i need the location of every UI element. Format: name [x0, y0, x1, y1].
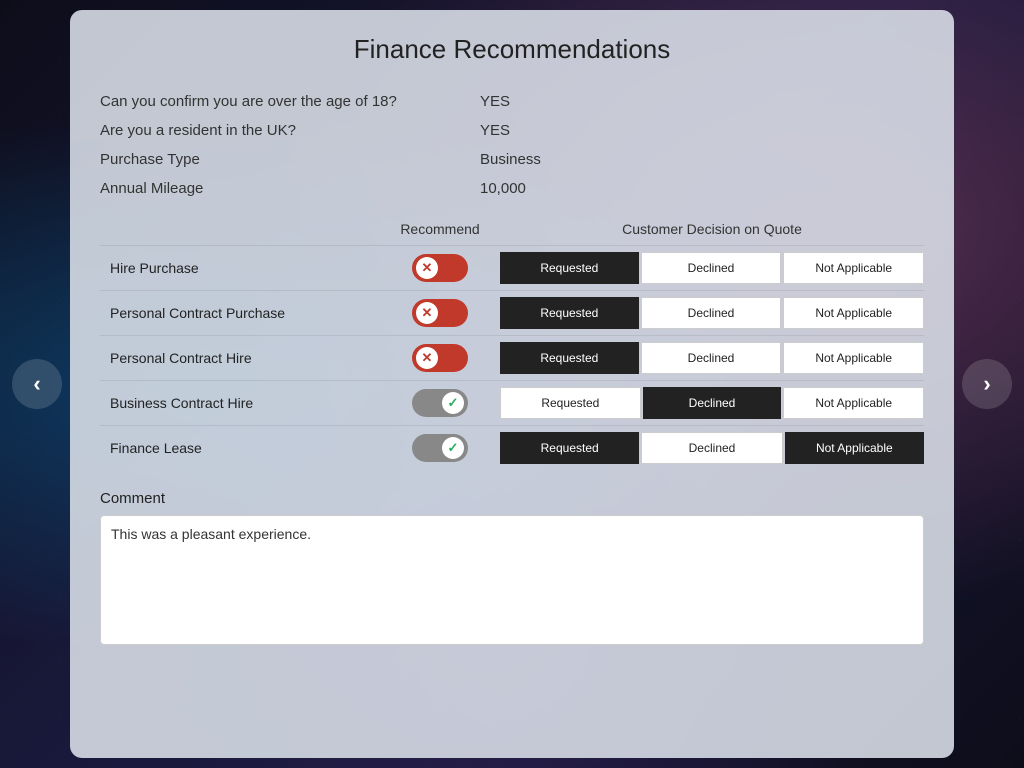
rec-row-label: Personal Contract Hire	[100, 350, 380, 366]
info-table: Can you confirm you are over the age of …	[100, 87, 924, 203]
not-applicable-button[interactable]: Not Applicable	[785, 432, 924, 464]
info-value: 10,000	[480, 180, 526, 197]
toggle-icon: ✓	[442, 392, 464, 414]
decision-cell: Requested Declined Not Applicable	[500, 387, 924, 419]
toggle-cell[interactable]: ✓	[380, 434, 500, 462]
declined-button[interactable]: Declined	[641, 432, 782, 464]
toggle-2[interactable]: ✕	[412, 344, 468, 372]
requested-button[interactable]: Requested	[500, 252, 639, 284]
info-value: YES	[480, 93, 510, 110]
not-applicable-button[interactable]: Not Applicable	[783, 342, 924, 374]
rec-row-label: Business Contract Hire	[100, 395, 380, 411]
toggle-cell[interactable]: ✕	[380, 299, 500, 327]
rec-header-recommend: Recommend	[380, 221, 500, 237]
toggle-icon: ✕	[416, 302, 438, 324]
toggle-icon: ✕	[416, 257, 438, 279]
toggle-1[interactable]: ✕	[412, 299, 468, 327]
toggle-cell[interactable]: ✕	[380, 344, 500, 372]
declined-button[interactable]: Declined	[641, 342, 782, 374]
toggle-icon: ✕	[416, 347, 438, 369]
page-title: Finance Recommendations	[100, 34, 924, 65]
not-applicable-button[interactable]: Not Applicable	[783, 252, 924, 284]
comment-section: Comment	[100, 490, 924, 650]
decision-cell: Requested Declined Not Applicable	[500, 252, 924, 284]
rec-row-label: Personal Contract Purchase	[100, 305, 380, 321]
requested-button[interactable]: Requested	[500, 297, 639, 329]
requested-button[interactable]: Requested	[500, 387, 641, 419]
recommendations-rows: Hire Purchase ✕ Requested Declined Not A…	[100, 245, 924, 470]
decision-cell: Requested Declined Not Applicable	[500, 432, 924, 464]
table-row: Personal Contract Hire ✕ Requested Decli…	[100, 335, 924, 380]
toggle-3[interactable]: ✓	[412, 389, 468, 417]
info-row: Purchase Type Business	[100, 145, 924, 174]
info-row: Annual Mileage 10,000	[100, 174, 924, 203]
table-row: Business Contract Hire ✓ Requested Decli…	[100, 380, 924, 425]
info-label: Annual Mileage	[100, 180, 480, 197]
table-row: Personal Contract Purchase ✕ Requested D…	[100, 290, 924, 335]
decision-cell: Requested Declined Not Applicable	[500, 297, 924, 329]
table-row: Finance Lease ✓ Requested Declined Not A…	[100, 425, 924, 470]
rec-header-decision: Customer Decision on Quote	[500, 221, 924, 237]
decision-cell: Requested Declined Not Applicable	[500, 342, 924, 374]
declined-button[interactable]: Declined	[643, 387, 782, 419]
toggle-icon: ✓	[442, 437, 464, 459]
main-card: Finance Recommendations Can you confirm …	[70, 10, 954, 758]
info-row: Are you a resident in the UK? YES	[100, 116, 924, 145]
toggle-cell[interactable]: ✓	[380, 389, 500, 417]
nav-left-button[interactable]: ‹	[12, 359, 62, 409]
rec-row-label: Hire Purchase	[100, 260, 380, 276]
declined-button[interactable]: Declined	[641, 297, 782, 329]
toggle-0[interactable]: ✕	[412, 254, 468, 282]
comment-label: Comment	[100, 490, 924, 507]
not-applicable-button[interactable]: Not Applicable	[783, 297, 924, 329]
toggle-4[interactable]: ✓	[412, 434, 468, 462]
info-value: YES	[480, 122, 510, 139]
info-label: Purchase Type	[100, 151, 480, 168]
requested-button[interactable]: Requested	[500, 432, 639, 464]
not-applicable-button[interactable]: Not Applicable	[783, 387, 924, 419]
toggle-cell[interactable]: ✕	[380, 254, 500, 282]
info-value: Business	[480, 151, 541, 168]
info-label: Are you a resident in the UK?	[100, 122, 480, 139]
requested-button[interactable]: Requested	[500, 342, 639, 374]
info-label: Can you confirm you are over the age of …	[100, 93, 480, 110]
recommendations-header: Recommend Customer Decision on Quote	[100, 221, 924, 237]
comment-input[interactable]	[100, 515, 924, 645]
nav-right-button[interactable]: ›	[962, 359, 1012, 409]
info-row: Can you confirm you are over the age of …	[100, 87, 924, 116]
rec-row-label: Finance Lease	[100, 440, 380, 456]
table-row: Hire Purchase ✕ Requested Declined Not A…	[100, 245, 924, 290]
declined-button[interactable]: Declined	[641, 252, 782, 284]
